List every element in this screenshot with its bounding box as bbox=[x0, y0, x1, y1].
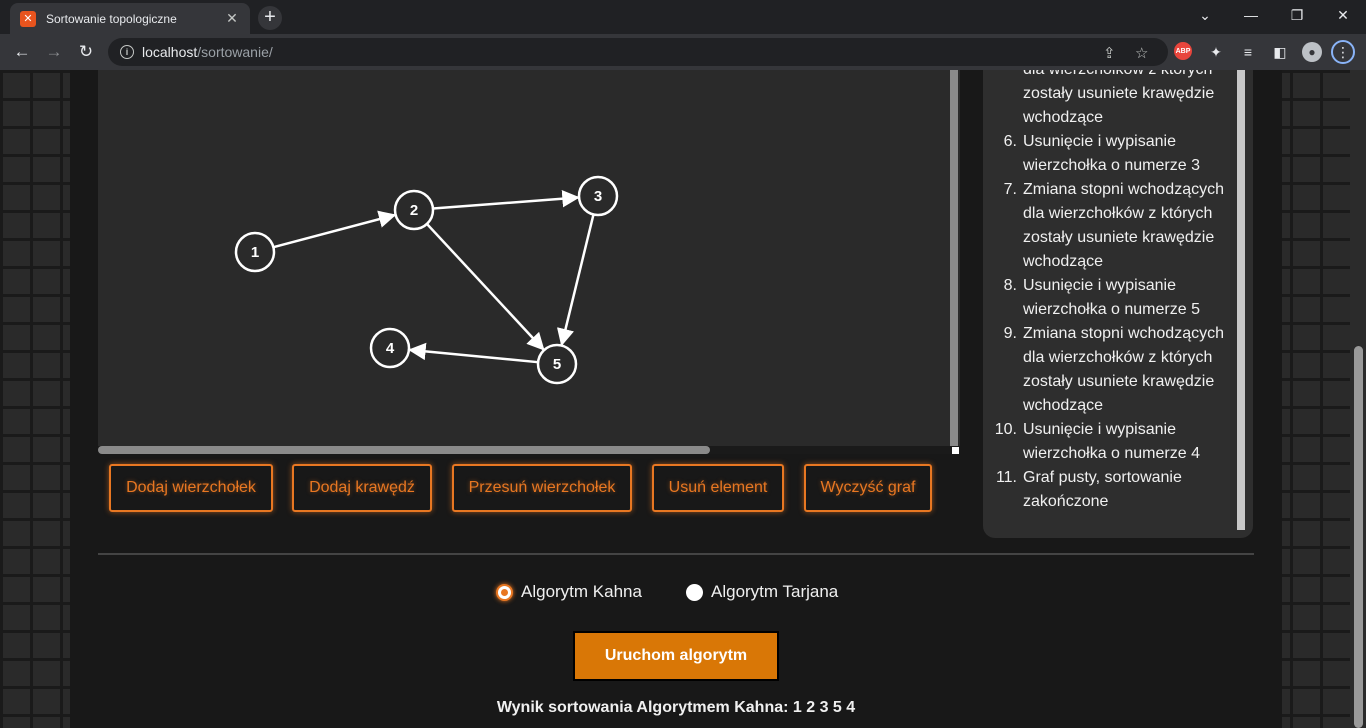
adblock-plus-icon[interactable]: ABP bbox=[1174, 42, 1192, 60]
url-host: localhost bbox=[142, 44, 198, 60]
graph-node-5[interactable]: 5 bbox=[536, 343, 578, 385]
graph-node-label: 5 bbox=[553, 356, 561, 373]
graph-edge-2-3[interactable] bbox=[432, 189, 580, 210]
graph-node-3[interactable]: 3 bbox=[577, 175, 619, 217]
step-text: Usunięcie i wypisanie wierzchołka o nume… bbox=[1023, 421, 1200, 462]
graph-node-label: 1 bbox=[251, 244, 259, 261]
step-item: 8. Usunięcie i wypisanie wierzchołka o nu… bbox=[1004, 274, 1233, 322]
step-text: Zmiana stopni wchodzących dla wierzchołk… bbox=[1023, 181, 1224, 270]
step-number: 7. bbox=[1003, 181, 1017, 198]
step-number: 9. bbox=[1003, 325, 1017, 342]
step-item: 7. Zmiana stopni wchodzących dla wierzcho… bbox=[1004, 178, 1233, 274]
canvas-resize-handle[interactable] bbox=[952, 447, 959, 454]
sort-result-value: 1 2 3 5 4 bbox=[792, 699, 856, 716]
graph-node-1[interactable]: 1 bbox=[234, 231, 276, 273]
url-text: localhost/sortowanie/ bbox=[142, 44, 273, 60]
canvas-vertical-scrollbar[interactable] bbox=[950, 70, 958, 446]
tarjan-radio-option[interactable]: Algorytm Tarjana bbox=[686, 582, 838, 602]
tarjan-radio[interactable] bbox=[686, 583, 703, 601]
graph-edges bbox=[273, 189, 595, 364]
step-item: dla wierzchołków z których zostały usuni… bbox=[1023, 70, 1233, 130]
canvas-horizontal-scrollbar[interactable] bbox=[98, 446, 710, 454]
xampp-favicon-icon: ✕ bbox=[20, 10, 36, 27]
graph-edge-5-4[interactable] bbox=[408, 342, 539, 364]
tab-close-icon[interactable]: ✕ bbox=[224, 10, 240, 27]
graph-node-label: 2 bbox=[410, 202, 418, 219]
tab-title: Sortowanie topologiczne bbox=[46, 11, 177, 26]
clear-graph-button[interactable]: Wyczyść graf bbox=[804, 464, 932, 512]
back-arrow-icon[interactable]: ← bbox=[10, 40, 34, 64]
profile-avatar-icon[interactable]: ● bbox=[1302, 42, 1322, 62]
kahn-radio-option[interactable]: Algorytm Kahna bbox=[496, 582, 642, 602]
add-vertex-button[interactable]: Dodaj wierzchołek bbox=[109, 464, 273, 512]
page-viewport: 1 2 3 4 5 Dodaj wierzchołek Dodaj krawędź Pr… bbox=[0, 70, 1366, 728]
step-item: 11. Graf pusty, sortowanie zakończone bbox=[996, 466, 1233, 514]
algorithm-steps-panel[interactable]: dla wierzchołków z których zostały usuni… bbox=[983, 70, 1253, 538]
graph-svg[interactable]: 1 2 3 4 5 bbox=[98, 70, 960, 446]
section-divider bbox=[98, 553, 1254, 555]
url-path: /sortowanie/ bbox=[197, 44, 273, 60]
step-item: 6. Usunięcie i wypisanie wierzchołka o nu… bbox=[1004, 130, 1233, 178]
step-text: Graf pusty, sortowanie zakończone bbox=[1023, 469, 1182, 510]
graph-node-label: 4 bbox=[386, 340, 395, 357]
graph-edge-1-2[interactable] bbox=[273, 210, 397, 249]
forward-arrow-icon[interactable]: → bbox=[42, 40, 66, 64]
remove-element-button[interactable]: Usuń element bbox=[652, 464, 784, 512]
step-number: 6. bbox=[1003, 133, 1017, 150]
step-number: 8. bbox=[1003, 277, 1017, 294]
run-algorithm-button[interactable]: Uruchom algorytm bbox=[573, 631, 779, 681]
close-window-button[interactable]: ✕ bbox=[1320, 0, 1366, 30]
media-queue-icon[interactable]: ≡ bbox=[1238, 42, 1258, 62]
step-text: Usunięcie i wypisanie wierzchołka o nume… bbox=[1023, 133, 1200, 174]
move-vertex-button[interactable]: Przesuń wierzchołek bbox=[452, 464, 632, 512]
restore-button[interactable]: ❐ bbox=[1274, 0, 1320, 30]
kahn-radio-label: Algorytm Kahna bbox=[521, 582, 642, 601]
step-text: dla wierzchołków z których zostały usuni… bbox=[1023, 70, 1215, 126]
add-edge-button[interactable]: Dodaj krawędź bbox=[292, 464, 432, 512]
kahn-radio[interactable] bbox=[496, 583, 513, 601]
bookmark-star-icon[interactable]: ☆ bbox=[1135, 44, 1148, 62]
page-scrollbar[interactable] bbox=[1354, 346, 1363, 728]
step-item: 9. Zmiana stopni wchodzących dla wierzcho… bbox=[1004, 322, 1233, 418]
tarjan-radio-label: Algorytm Tarjana bbox=[711, 582, 839, 601]
extensions-puzzle-icon[interactable]: ✦ bbox=[1206, 42, 1226, 62]
share-icon[interactable]: ⇪ bbox=[1103, 44, 1116, 62]
browser-tabbar: ✕ Sortowanie topologiczne ✕ + ⌄ — ❐ ✕ bbox=[0, 0, 1366, 34]
site-info-icon[interactable]: i bbox=[120, 45, 134, 59]
step-number: 10. bbox=[994, 421, 1017, 438]
browser-toolbar: ← → ↻ i localhost/sortowanie/ ⇪ ☆ ABP ✦ … bbox=[0, 34, 1366, 70]
address-bar[interactable]: i localhost/sortowanie/ ⇪ ☆ bbox=[108, 38, 1168, 66]
tab-search-icon[interactable]: ⌄ bbox=[1182, 0, 1228, 30]
main-content: 1 2 3 4 5 Dodaj wierzchołek Dodaj krawędź Pr… bbox=[70, 70, 1282, 728]
browser-tab[interactable]: ✕ Sortowanie topologiczne ✕ bbox=[10, 3, 250, 34]
sort-result: Wynik sortowania Algorytmem Kahna: 1 2 3… bbox=[70, 699, 1282, 717]
side-panel-icon[interactable]: ◧ bbox=[1270, 42, 1290, 62]
algorithm-steps-list: dla wierzchołków z których zostały usuni… bbox=[995, 70, 1233, 514]
step-text: Usunięcie i wypisanie wierzchołka o nume… bbox=[1023, 277, 1200, 318]
graph-canvas[interactable]: 1 2 3 4 5 bbox=[98, 70, 960, 454]
graph-node-2[interactable]: 2 bbox=[393, 189, 435, 231]
step-item: 10. Usunięcie i wypisanie wierzchołka o n… bbox=[995, 418, 1233, 466]
graph-node-4[interactable]: 4 bbox=[369, 327, 411, 369]
graph-edge-3-5[interactable] bbox=[556, 214, 595, 347]
sort-result-label: Wynik sortowania Algorytmem Kahna: bbox=[496, 699, 789, 716]
minimize-button[interactable]: — bbox=[1228, 0, 1274, 30]
new-tab-button[interactable]: + bbox=[258, 6, 282, 30]
step-number: 11. bbox=[995, 469, 1017, 486]
reload-icon[interactable]: ↻ bbox=[74, 40, 98, 64]
steps-scrollbar[interactable] bbox=[1237, 70, 1245, 530]
graph-node-label: 3 bbox=[594, 188, 602, 205]
graph-edge-2-5[interactable] bbox=[426, 223, 545, 351]
kebab-menu-icon[interactable]: ⋮ bbox=[1331, 40, 1355, 64]
step-text: Zmiana stopni wchodzących dla wierzchołk… bbox=[1023, 325, 1224, 414]
